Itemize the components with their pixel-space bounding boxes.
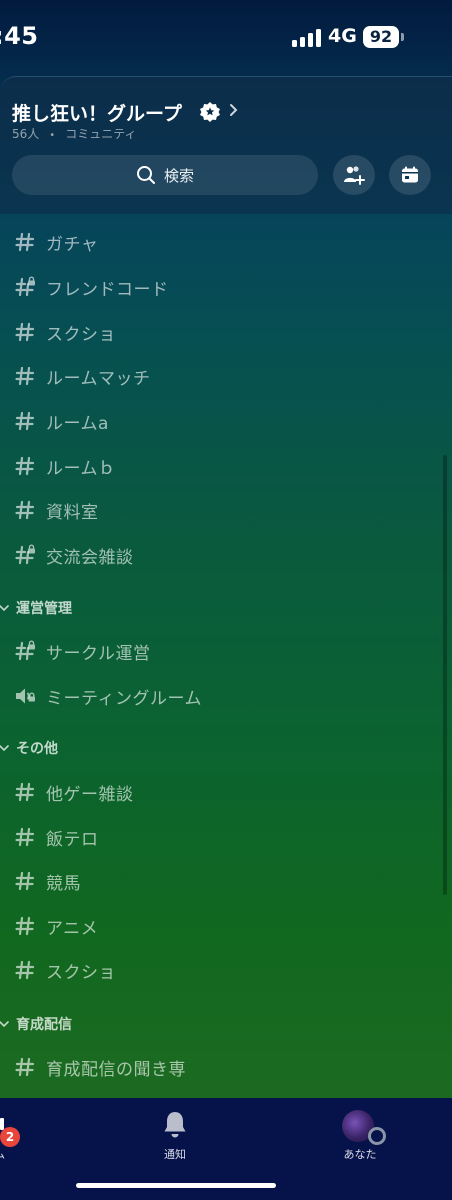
channel-item[interactable]: 競馬 <box>14 866 81 896</box>
home-indicator <box>76 1183 276 1188</box>
channel-item[interactable]: 資料室 <box>14 495 99 525</box>
scrollbar[interactable] <box>443 455 447 895</box>
chevron-down-icon <box>0 745 9 752</box>
channel-item[interactable]: ガチャ <box>14 227 98 257</box>
hash-icon <box>15 322 35 342</box>
category-header[interactable]: 運営管理 <box>0 597 72 619</box>
server-type: コミュニティ <box>65 127 137 141</box>
tab-notifications-label: 通知 <box>164 1148 186 1161</box>
server-header: 推し狂い！グループ 56人 • コミュニティ 検索 <box>0 76 452 214</box>
channel-name: 資料室 <box>46 502 99 523</box>
tab-you-label: あなた <box>343 1148 377 1161</box>
hash-icon <box>15 782 35 802</box>
category-header[interactable]: 育成配信 <box>0 1013 72 1035</box>
category-name: その他 <box>16 741 58 757</box>
hash-icon <box>15 456 35 476</box>
channel-name: フレンドコード <box>46 279 169 300</box>
hash-icon <box>15 366 35 386</box>
channel-item[interactable]: アニメ <box>14 911 98 941</box>
channel-name: サークル運営 <box>46 643 151 664</box>
tab-you[interactable]: あなた <box>330 1146 390 1162</box>
hash-lock-icon <box>15 544 35 565</box>
network-type: 4G <box>328 25 357 47</box>
search-icon <box>136 166 155 184</box>
bell-icon <box>164 1112 186 1138</box>
category-name: 運営管理 <box>16 601 72 617</box>
server-subtitle: 56人 • コミュニティ <box>12 125 136 142</box>
hash-icon <box>15 411 35 431</box>
channel-name: ガチャ <box>46 234 99 255</box>
battery-nub <box>401 33 404 41</box>
hash-icon <box>15 871 35 891</box>
channel-item[interactable]: サークル運営 <box>14 636 151 666</box>
channel-name: 飯テロ <box>46 829 99 850</box>
signal-strength-icon <box>292 29 322 47</box>
tab-notifications[interactable]: 通知 <box>150 1110 200 1162</box>
channel-item[interactable]: 飯テロ <box>14 822 99 852</box>
hash-lock-icon <box>15 640 35 661</box>
channel-name: ルームa <box>46 413 109 434</box>
separator-dot: • <box>49 130 56 141</box>
hash-lock-icon <box>15 276 35 297</box>
channel-name: アニメ <box>46 918 99 939</box>
hash-icon <box>15 827 35 847</box>
channel-item[interactable]: ルームa <box>14 406 109 436</box>
battery-icon: 92 <box>363 26 399 48</box>
chevron-down-icon <box>0 1021 9 1028</box>
channel-name: スクショ <box>46 324 116 345</box>
status-time: :45 <box>0 22 39 50</box>
status-bar: :45 4G 92 <box>0 0 452 76</box>
channel-name: 育成配信の聞き専 <box>46 1059 186 1080</box>
events-button[interactable] <box>389 155 431 195</box>
hash-icon <box>15 500 35 520</box>
voice-lock-icon <box>16 688 35 704</box>
hash-icon <box>15 232 35 252</box>
status-indicator <box>368 1127 386 1145</box>
hash-icon <box>15 916 35 936</box>
channel-item[interactable]: フレンドコード <box>14 272 169 302</box>
channel-name: 競馬 <box>46 873 81 894</box>
member-count: 56人 <box>12 127 40 141</box>
chevron-right-icon[interactable] <box>228 101 240 119</box>
voice-channel-item[interactable]: ミーティングルーム <box>14 681 202 711</box>
add-people-icon <box>344 166 365 185</box>
channel-item[interactable]: ルームマッチ <box>14 361 151 391</box>
chevron-down-icon <box>0 605 9 612</box>
hash-icon <box>15 1057 35 1077</box>
channel-item[interactable]: スクショ <box>14 955 116 985</box>
channel-item[interactable]: スクショ <box>14 317 116 347</box>
channel-item[interactable]: ルームｂ <box>14 451 116 481</box>
channel-name: ルームｂ <box>46 458 116 479</box>
invite-members-button[interactable] <box>333 155 375 195</box>
hash-icon <box>15 960 35 980</box>
channel-item[interactable]: 他ゲー雑談 <box>14 777 134 807</box>
verified-badge-icon <box>200 102 220 122</box>
channel-item[interactable]: 育成配信の聞き専 <box>14 1052 186 1082</box>
channel-name: 他ゲー雑談 <box>46 784 134 805</box>
calendar-icon <box>402 166 418 183</box>
channel-item[interactable]: 交流会雑談 <box>14 540 134 570</box>
channel-name: スクショ <box>46 962 116 983</box>
channel-name: ミーティングルーム <box>46 688 202 709</box>
category-name: 育成配信 <box>16 1017 72 1033</box>
category-header[interactable]: その他 <box>0 737 58 759</box>
notification-badge: 2 <box>0 1127 20 1147</box>
tab-home-label: ム <box>0 1146 5 1162</box>
channel-name: ルームマッチ <box>46 368 151 389</box>
server-title[interactable]: 推し狂い！グループ <box>12 99 182 126</box>
search-label: 検索 <box>163 166 194 185</box>
channel-name: 交流会雑談 <box>46 547 134 568</box>
search-button[interactable]: 検索 <box>12 155 318 195</box>
